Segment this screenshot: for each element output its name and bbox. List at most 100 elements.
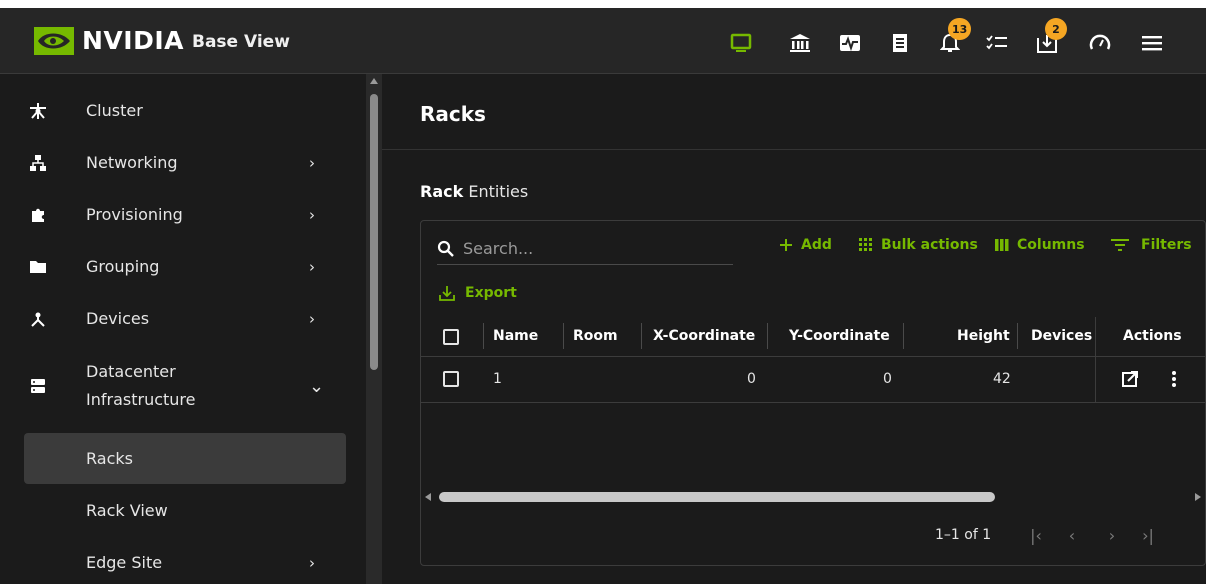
sidebar-item-provisioning[interactable]: Provisioning › [24, 200, 346, 230]
filters-button[interactable]: Filters [1111, 237, 1192, 253]
column-header-devices[interactable]: Devices [1031, 328, 1092, 344]
sidebar-item-label: Provisioning [86, 205, 183, 224]
open-external-icon[interactable] [1121, 370, 1139, 392]
search-box[interactable] [437, 233, 733, 265]
cell-name: 1 [493, 371, 502, 387]
speedometer-icon[interactable] [1088, 32, 1112, 54]
sidebar-item-datacenter-infrastructure[interactable]: Datacenter Infrastructure ⌄ [24, 356, 346, 416]
folder-icon [28, 257, 48, 277]
sidebar-item-label-line2: Infrastructure [86, 390, 196, 409]
racks-table-panel: Add Bulk actions Columns Filters Export [420, 220, 1206, 566]
column-header-height[interactable]: Height [957, 328, 1010, 344]
horizontal-scrollbar[interactable] [421, 491, 1205, 503]
chevron-right-icon: › [309, 554, 315, 572]
section-title-bold: Rack [420, 182, 464, 201]
sidebar-item-cluster[interactable]: Cluster [24, 96, 346, 126]
download-icon [439, 285, 455, 301]
sidebar-item-label: Racks [86, 448, 133, 468]
scroll-right-arrow-icon[interactable] [1195, 493, 1201, 501]
scroll-left-arrow-icon[interactable] [425, 493, 431, 501]
search-input[interactable] [463, 239, 723, 258]
health-icon[interactable] [838, 32, 862, 54]
chevron-right-icon: › [309, 154, 315, 172]
first-page-icon[interactable]: |‹ [1025, 523, 1047, 547]
top-bar: NVIDIA Base View 13 2 [0, 8, 1206, 74]
next-page-icon[interactable]: › [1101, 523, 1123, 547]
sidebar-item-edge-site[interactable]: Edge Site › [24, 548, 346, 578]
scrollbar-thumb[interactable] [370, 94, 378, 370]
columns-button[interactable]: Columns [995, 237, 1085, 253]
last-page-icon[interactable]: ›| [1137, 523, 1159, 547]
column-header-name[interactable]: Name [493, 328, 538, 344]
section-title-rest: Entities [463, 182, 529, 201]
sidebar-item-devices[interactable]: Devices › [24, 304, 346, 334]
sidebar-item-networking[interactable]: Networking › [24, 148, 346, 178]
app-window: NVIDIA Base View 13 2 Cluster Networking… [0, 8, 1206, 584]
bank-icon[interactable] [788, 32, 812, 54]
bulk-actions-label: Bulk actions [881, 237, 978, 253]
divider [382, 149, 1206, 150]
column-separator [641, 323, 642, 349]
plus-icon [779, 238, 793, 252]
sidebar-item-label: Rack View [86, 501, 168, 520]
top-icon-bar: 13 2 [0, 8, 1206, 74]
tasks-icon[interactable] [985, 32, 1009, 54]
cell-y-coordinate: 0 [883, 371, 892, 387]
add-label: Add [801, 237, 832, 253]
chevron-right-icon: › [309, 258, 315, 276]
pagination-range: 1–1 of 1 [935, 527, 992, 543]
column-separator [1017, 323, 1018, 349]
filter-icon [1111, 239, 1129, 251]
add-button[interactable]: Add [779, 237, 832, 253]
downloads-badge: 2 [1045, 18, 1067, 40]
section-title: Rack Entities [420, 182, 528, 201]
column-separator [767, 323, 768, 349]
puzzle-icon [28, 205, 48, 225]
main-content: Racks Rack Entities Add Bulk actions Col… [382, 74, 1206, 584]
sidebar-item-label-line1: Datacenter [86, 362, 176, 381]
sidebar-item-label: Grouping [86, 257, 160, 276]
horizontal-scrollbar-thumb[interactable] [439, 492, 995, 502]
column-header-y-coordinate[interactable]: Y-Coordinate [789, 328, 890, 344]
chevron-right-icon: › [309, 310, 315, 328]
column-header-room[interactable]: Room [573, 328, 618, 344]
export-label: Export [465, 285, 517, 301]
sidebar-item-grouping[interactable]: Grouping › [24, 252, 346, 282]
filters-label: Filters [1141, 237, 1192, 253]
network-icon [28, 153, 48, 173]
table-row[interactable]: 1 0 0 42 [421, 357, 1205, 403]
export-button[interactable]: Export [439, 285, 517, 301]
document-icon[interactable] [888, 32, 912, 54]
cell-height: 42 [993, 371, 1011, 387]
sidebar-item-racks[interactable]: Racks [24, 433, 346, 484]
sidebar-item-rack-view[interactable]: Rack View [24, 496, 346, 526]
columns-label: Columns [1017, 237, 1085, 253]
monitor-icon[interactable] [729, 32, 753, 54]
cluster-icon [28, 101, 48, 121]
pagination: 1–1 of 1 |‹ ‹ › ›| [421, 521, 1205, 551]
row-checkbox[interactable] [443, 371, 459, 387]
chevron-down-icon: ⌄ [309, 375, 325, 397]
notifications-badge: 13 [948, 18, 972, 40]
sidebar: Cluster Networking › Provisioning › Grou… [0, 74, 366, 584]
table-header: Name Room X-Coordinate Y-Coordinate Heig… [421, 317, 1205, 357]
server-icon [28, 376, 48, 396]
column-separator [903, 323, 904, 349]
search-icon [437, 239, 457, 259]
scroll-up-arrow-icon[interactable] [370, 78, 378, 84]
more-vertical-icon[interactable] [1171, 370, 1177, 392]
cell-x-coordinate: 0 [747, 371, 756, 387]
sidebar-scrollbar[interactable] [366, 74, 382, 584]
sidebar-item-label: Cluster [86, 101, 143, 120]
chevron-right-icon: › [309, 206, 315, 224]
column-header-x-coordinate[interactable]: X-Coordinate [653, 328, 755, 344]
downloads-icon[interactable]: 2 [1035, 18, 1067, 54]
notifications-icon[interactable]: 13 [938, 18, 972, 54]
select-all-checkbox[interactable] [443, 329, 459, 345]
devices-icon [28, 309, 48, 329]
previous-page-icon[interactable]: ‹ [1061, 523, 1083, 547]
bulk-actions-button[interactable]: Bulk actions [859, 237, 978, 253]
menu-icon[interactable] [1140, 32, 1164, 54]
sidebar-item-label: Networking [86, 153, 178, 172]
column-separator [563, 323, 564, 349]
